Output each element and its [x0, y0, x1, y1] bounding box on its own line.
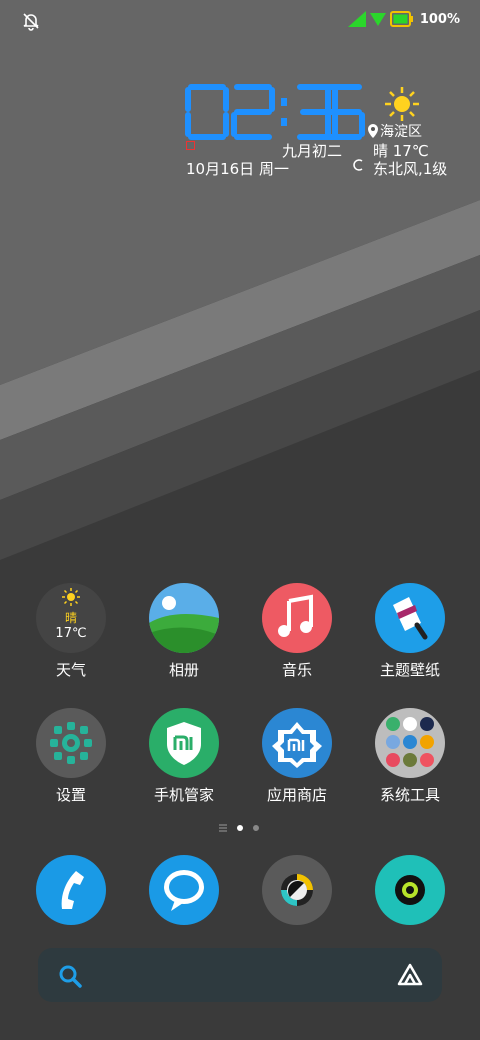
date-label[interactable]: 10月16日 周一: [186, 158, 289, 179]
app-label: 手机管家: [153, 786, 214, 804]
app-theme[interactable]: 主题壁纸: [360, 583, 460, 680]
assistant-icon[interactable]: [396, 962, 424, 988]
weather-wind: 东北风,1级: [373, 160, 448, 178]
app-security[interactable]: 手机管家: [134, 708, 234, 805]
search-bar[interactable]: [38, 948, 442, 1002]
camera-icon: [375, 855, 445, 925]
lunar-date: 九月初二: [282, 142, 343, 160]
app-tools-folder[interactable]: 系统工具: [360, 708, 460, 805]
gallery-icon: [149, 583, 219, 653]
weather-location[interactable]: 海淀区: [368, 121, 422, 141]
dock-phone[interactable]: [21, 855, 121, 925]
clock-digit-six: [325, 84, 365, 140]
theme-icon: [375, 583, 445, 653]
app-label: 音乐: [281, 661, 312, 679]
app-label: 主题壁纸: [379, 661, 440, 679]
app-store-icon: [262, 708, 332, 778]
page-indicator[interactable]: [219, 824, 259, 832]
dock-camera[interactable]: [360, 855, 460, 925]
alarm-indicator: [186, 141, 195, 150]
mute-icon: [23, 13, 39, 31]
browser-icon: [262, 855, 332, 925]
app-weather[interactable]: 晴 17℃ 天气: [21, 583, 121, 680]
weather-app-condition: 晴: [64, 611, 77, 625]
wifi-icon: [369, 13, 386, 26]
app-gallery[interactable]: 相册: [134, 583, 234, 680]
messages-icon: [149, 855, 219, 925]
page-dot-active: [237, 825, 243, 831]
weather-icon: 晴 17℃: [36, 583, 106, 653]
status-bar: 100%: [0, 0, 480, 42]
dock-messages[interactable]: [134, 855, 234, 925]
refresh-icon[interactable]: [352, 158, 364, 176]
app-settings[interactable]: 设置: [21, 708, 121, 805]
music-icon: [262, 583, 332, 653]
search-icon: [59, 965, 82, 988]
signal-icon: [347, 11, 366, 27]
location-pin-icon: [368, 124, 378, 138]
app-label: 相册: [168, 661, 199, 679]
app-label: 天气: [55, 661, 86, 679]
menu-lines-icon: [219, 824, 227, 832]
app-label: 应用商店: [266, 786, 327, 804]
dock-browser[interactable]: [247, 855, 347, 925]
security-icon: [149, 708, 219, 778]
page-dot: [253, 825, 259, 831]
settings-icon: [36, 708, 106, 778]
app-store[interactable]: 应用商店: [247, 708, 347, 805]
app-label: 设置: [55, 786, 86, 804]
sun-icon: [385, 87, 419, 121]
weather-app-temp: 17℃: [55, 626, 87, 641]
tools-folder-icon: [375, 708, 445, 778]
app-music[interactable]: 音乐: [247, 583, 347, 680]
location-label: 海淀区: [380, 124, 422, 140]
battery-icon: [389, 11, 413, 27]
battery-percent: 100%: [419, 11, 460, 27]
phone-icon: [36, 855, 106, 925]
app-label: 系统工具: [379, 786, 440, 804]
